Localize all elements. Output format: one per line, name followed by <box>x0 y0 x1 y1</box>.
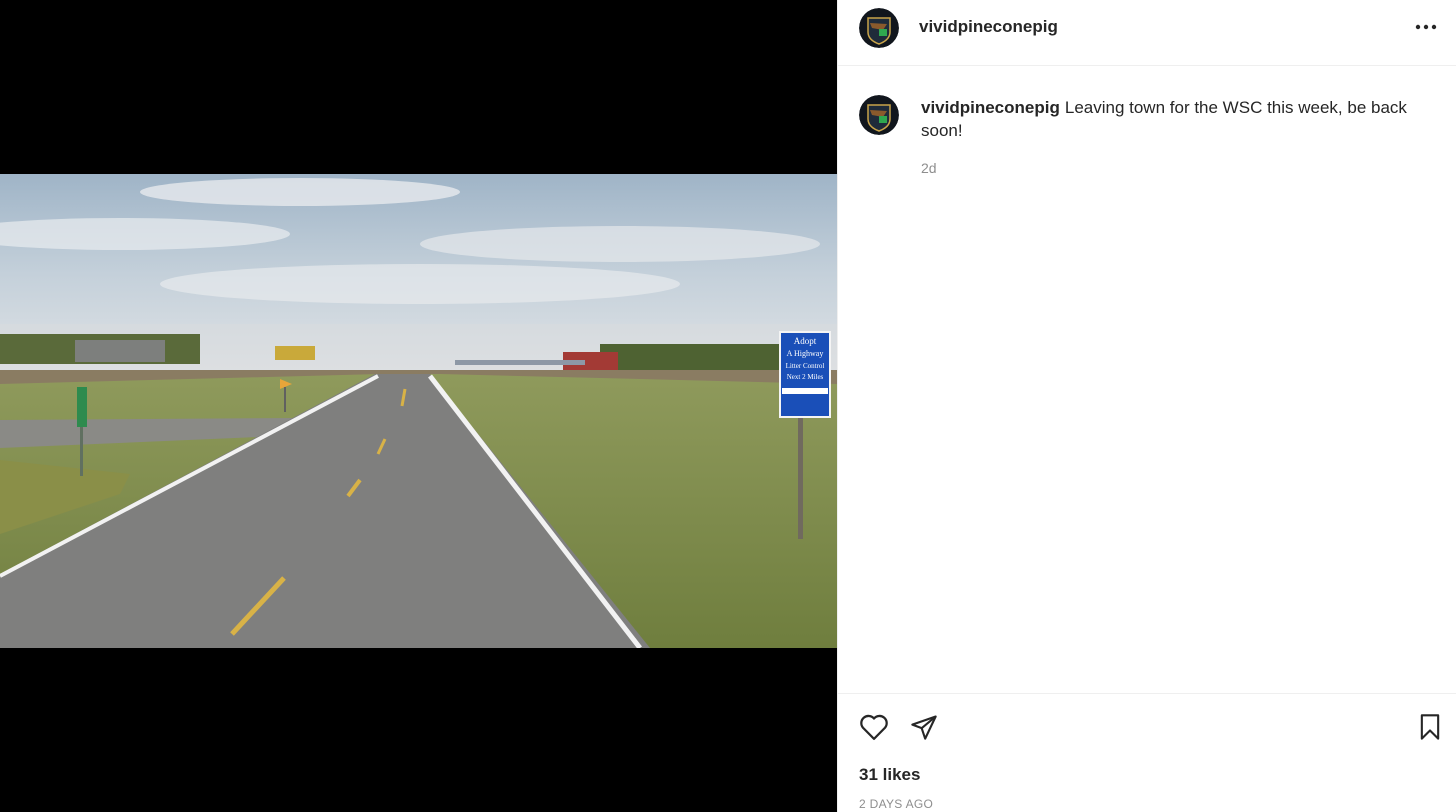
post-details-panel: vividpineconepig vividpineconepig Leaving… <box>837 0 1456 812</box>
post-author-username[interactable]: vividpineconepig <box>919 17 1058 37</box>
post-actions: 31 likes 2 DAYS AGO <box>838 693 1456 812</box>
post-header: vividpineconepig <box>838 0 1456 66</box>
more-horizontal-icon <box>1415 24 1437 30</box>
caption-username[interactable]: vividpineconepig <box>921 98 1060 117</box>
save-button[interactable] <box>1413 710 1447 744</box>
post-media: Adopt A Highway Litter Control Next 2 Mi… <box>0 0 837 812</box>
road-photo-image: Adopt A Highway Litter Control Next 2 Mi… <box>0 174 837 648</box>
profile-avatar-icon <box>859 95 899 135</box>
paper-plane-icon <box>911 715 937 740</box>
caption-text-block: vividpineconepig Leaving town for the WSC… <box>921 96 1441 142</box>
post-photo[interactable]: Adopt A Highway Litter Control Next 2 Mi… <box>0 174 837 648</box>
avatar[interactable] <box>859 95 899 135</box>
sign-line-2: A Highway <box>787 349 824 358</box>
avatar[interactable] <box>859 8 899 48</box>
profile-avatar-icon <box>859 8 899 48</box>
heart-icon <box>860 714 888 740</box>
sign-line-4: Next 2 Miles <box>787 373 824 381</box>
share-button[interactable] <box>907 710 941 744</box>
sign-line-1: Adopt <box>794 336 817 346</box>
like-button[interactable] <box>857 710 891 744</box>
post-timestamp: 2 DAYS AGO <box>859 797 934 811</box>
likes-count[interactable]: 31 likes <box>859 765 920 785</box>
sign-line-3: Litter Control <box>786 362 825 370</box>
more-options-button[interactable] <box>1413 14 1439 40</box>
bookmark-icon <box>1420 714 1440 740</box>
comment-timestamp[interactable]: 2d <box>921 160 937 176</box>
